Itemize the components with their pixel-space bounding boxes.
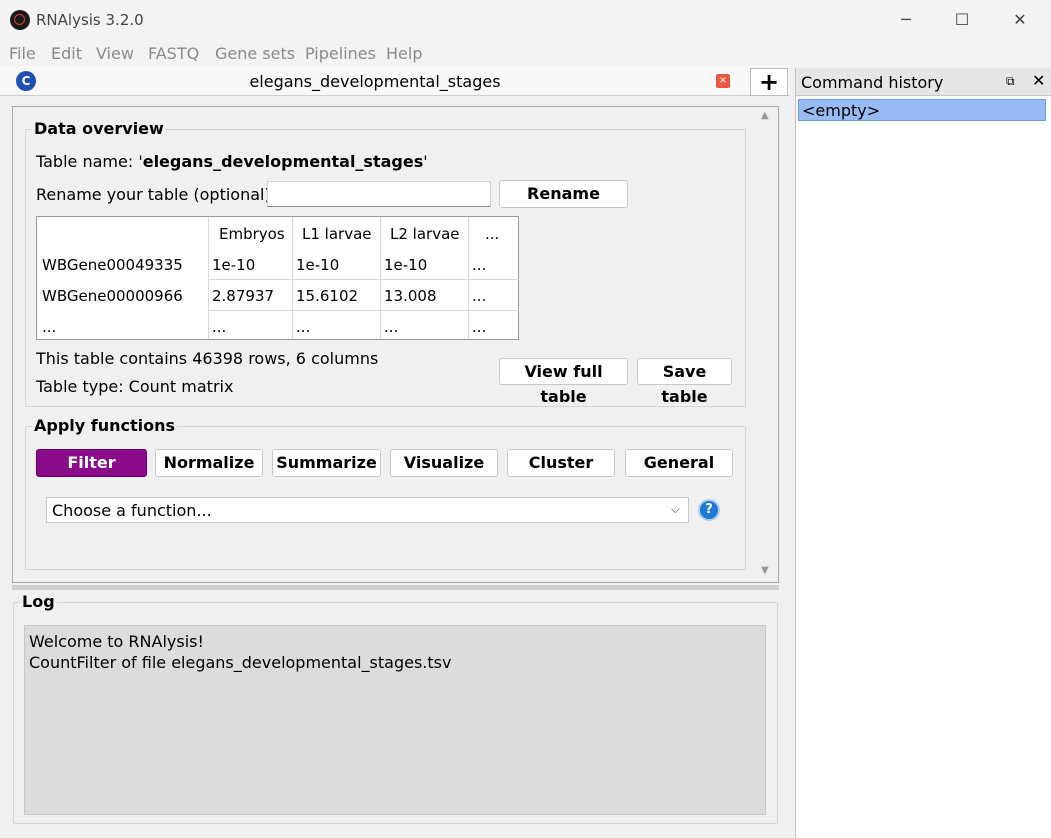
command-history-title: Command history (801, 73, 944, 92)
table-divider (468, 217, 469, 339)
view-full-table-button[interactable]: View full table (499, 358, 628, 406)
column-header: ... (485, 225, 500, 243)
function-select-value: Choose a function... (52, 501, 212, 520)
menu-help[interactable]: Help (386, 44, 422, 63)
function-select[interactable]: Choose a function... ⌵ (46, 497, 689, 523)
menu-edit[interactable]: Edit (51, 44, 82, 63)
tab-filter[interactable]: Filter (36, 449, 147, 477)
table-divider (380, 217, 381, 339)
title-bar: RNAlysis 3.2.0 ─ ☐ ✕ (0, 0, 1051, 40)
table-divider (208, 279, 519, 280)
app-logo-icon (10, 10, 30, 30)
menu-bar: File Edit View FASTQ Gene sets Pipelines… (0, 40, 1051, 66)
table-cell: 1e-10 (296, 256, 340, 274)
table-divider (208, 310, 519, 311)
window-title: RNAlysis 3.2.0 (36, 11, 144, 29)
data-preview-table[interactable]: Embryos L1 larvae L2 larvae ... WBGene00… (36, 216, 519, 340)
log-line: CountFilter of file elegans_developmenta… (29, 653, 452, 672)
row-header: ... (42, 318, 57, 336)
log-line: Welcome to RNAlysis! (29, 632, 204, 651)
table-cell: 15.6102 (296, 287, 359, 305)
menu-view[interactable]: View (96, 44, 134, 63)
table-name-value: elegans_developmental_stages (142, 152, 424, 171)
data-overview-title: Data overview (32, 119, 166, 138)
add-tab-button[interactable]: + (750, 68, 788, 96)
tab-normalize[interactable]: Normalize (155, 449, 263, 477)
table-cell: 13.008 (384, 287, 437, 305)
table-name-line: Table name: 'elegans_developmental_stage… (36, 152, 428, 171)
column-header: L2 larvae (390, 225, 460, 243)
scroll-down-icon[interactable]: ▼ (761, 565, 769, 576)
history-item[interactable]: <empty> (798, 99, 1046, 121)
menu-pipelines[interactable]: Pipelines (305, 44, 376, 63)
command-history-panel: Command history ⧉ ✕ <empty> (795, 68, 1051, 838)
column-header: Embryos (219, 225, 285, 243)
log-output[interactable]: Welcome to RNAlysis! CountFilter of file… (24, 625, 766, 815)
command-history-header: Command history ⧉ ✕ (796, 68, 1051, 96)
maximize-button[interactable]: ☐ (942, 8, 982, 32)
table-cell: ... (384, 318, 399, 336)
tab-strip: C elegans_developmental_stages × (0, 66, 790, 96)
table-cell: ... (472, 287, 487, 305)
scroll-up-icon[interactable]: ▲ (761, 110, 769, 121)
close-window-button[interactable]: ✕ (1000, 8, 1040, 32)
row-header: WBGene00049335 (42, 256, 183, 274)
table-cell: 2.87937 (212, 287, 275, 305)
table-name-label: Table name: ' (36, 152, 143, 171)
rename-button[interactable]: Rename (499, 180, 628, 208)
table-type-info: Table type: Count matrix (36, 377, 234, 396)
table-cell: 1e-10 (384, 256, 428, 274)
tab-summarize[interactable]: Summarize (272, 449, 381, 477)
rename-label: Rename your table (optional): (36, 185, 277, 204)
menu-gene-sets[interactable]: Gene sets (215, 44, 295, 63)
minimize-button[interactable]: ─ (886, 8, 926, 32)
tab-visualize[interactable]: Visualize (390, 449, 498, 477)
float-panel-icon[interactable]: ⧉ (1006, 74, 1015, 89)
table-divider (208, 217, 209, 339)
menu-fastq[interactable]: FASTQ (148, 44, 199, 63)
log-title: Log (20, 592, 57, 611)
close-panel-icon[interactable]: ✕ (1032, 71, 1045, 90)
rows-info: This table contains 46398 rows, 6 column… (36, 349, 379, 368)
table-divider (292, 217, 293, 339)
table-cell: ... (472, 318, 487, 336)
chevron-down-icon[interactable]: ⌵ (671, 502, 680, 517)
menu-file[interactable]: File (9, 44, 36, 63)
panel-splitter[interactable] (12, 585, 779, 590)
save-table-button[interactable]: Save table (637, 358, 732, 406)
table-name-quote: ' (423, 152, 428, 171)
help-icon[interactable]: ? (698, 499, 720, 521)
tab-general[interactable]: General (625, 449, 733, 477)
table-cell: ... (212, 318, 227, 336)
table-cell: ... (472, 256, 487, 274)
apply-functions-title: Apply functions (32, 416, 178, 435)
table-cell: 1e-10 (212, 256, 256, 274)
tab-title[interactable]: elegans_developmental_stages (0, 72, 750, 91)
close-tab-icon[interactable]: × (716, 74, 730, 88)
row-header: WBGene00000966 (42, 287, 183, 305)
table-cell: ... (296, 318, 311, 336)
tab-cluster[interactable]: Cluster (507, 449, 615, 477)
column-header: L1 larvae (302, 225, 372, 243)
rename-input[interactable] (267, 181, 491, 207)
